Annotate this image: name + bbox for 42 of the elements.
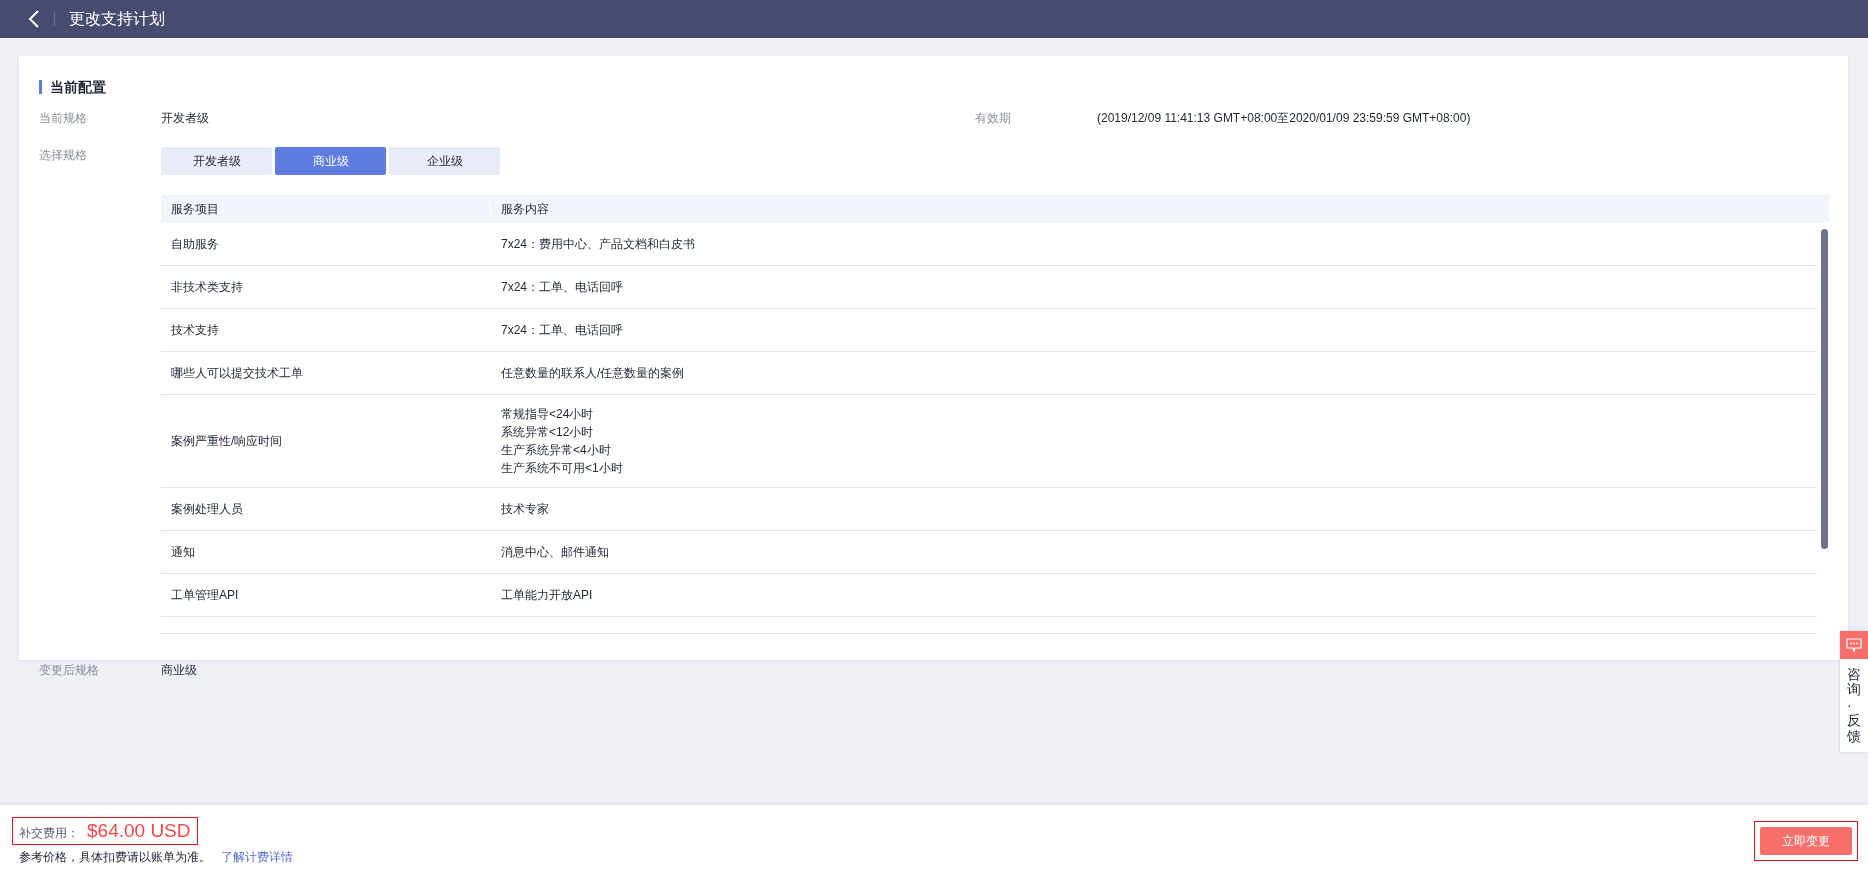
price-note: 参考价格，具体扣费请以账单为准。	[19, 848, 211, 866]
table-cell-text: 生产系统不可用<1小时	[501, 460, 624, 477]
section-title: 当前配置	[39, 80, 1848, 94]
table-cell-text: 消息中心、邮件通知	[501, 544, 610, 561]
table-cell-text: 生产系统异常<4小时	[501, 442, 612, 459]
table-cell-text: 案例处理人员	[170, 500, 244, 518]
feedback-tab[interactable]: 咨询·反馈	[1840, 631, 1868, 752]
field-value: (2019/12/09 11:41:13 GMT+08:00至2020/01/09 23:59:59 GMT+08:00)	[1097, 110, 1471, 127]
table-cell-text: 案例严重性/响应时间	[170, 432, 284, 450]
column-header: 服务内容	[491, 200, 1830, 218]
plan-option[interactable]: 商业级	[275, 147, 386, 175]
table-cell-text: 非技术类支持	[170, 278, 244, 296]
table-cell-text: 工单管理API	[170, 586, 240, 604]
column-header: 服务项目	[161, 200, 491, 218]
feedback-label: 咨询·反馈	[1847, 665, 1861, 746]
table-cell-text: 工单能力开放API	[501, 587, 594, 604]
page-title: 更改支持计划	[69, 8, 165, 29]
field-label: 当前规格	[39, 110, 88, 127]
fee-label: 补交费用：	[19, 824, 79, 842]
table-cell-text: 7x24：工单、电话回呼	[501, 322, 625, 339]
chat-icon	[1846, 637, 1862, 653]
billing-details-link[interactable]: 了解计费详情	[221, 848, 293, 866]
table-cell-text: 7x24：费用中心、产品文档和白皮书	[501, 236, 697, 253]
scrollbar[interactable]	[1821, 229, 1828, 549]
back-icon[interactable]	[28, 10, 40, 28]
table-cell-text: 技术专家	[501, 501, 550, 518]
table-cell-text: 技术支持	[170, 321, 220, 339]
field-label: 变更后规格	[39, 662, 100, 679]
fee-amount: $64.00 USD	[87, 819, 191, 842]
field-label: 有效期	[975, 110, 1012, 127]
table-cell-text: 任意数量的联系人/任意数量的案例	[501, 365, 686, 382]
plan-option[interactable]: 开发者级	[161, 147, 272, 175]
table-cell-text: 系统异常<12小时	[501, 424, 595, 441]
field-label: 选择规格	[39, 147, 88, 164]
table-cell-text: 自助服务	[170, 235, 220, 253]
field-value: 商业级	[161, 662, 197, 679]
table-cell-text: 哪些人可以提交技术工单	[170, 364, 304, 382]
plan-option[interactable]: 企业级	[389, 147, 500, 175]
table-cell-text: 7x24：工单、电话回呼	[501, 279, 625, 296]
table-cell-text: 常规指导<24小时	[501, 406, 595, 423]
table-cell-text: 通知	[170, 543, 196, 561]
field-value: 开发者级	[161, 110, 210, 127]
